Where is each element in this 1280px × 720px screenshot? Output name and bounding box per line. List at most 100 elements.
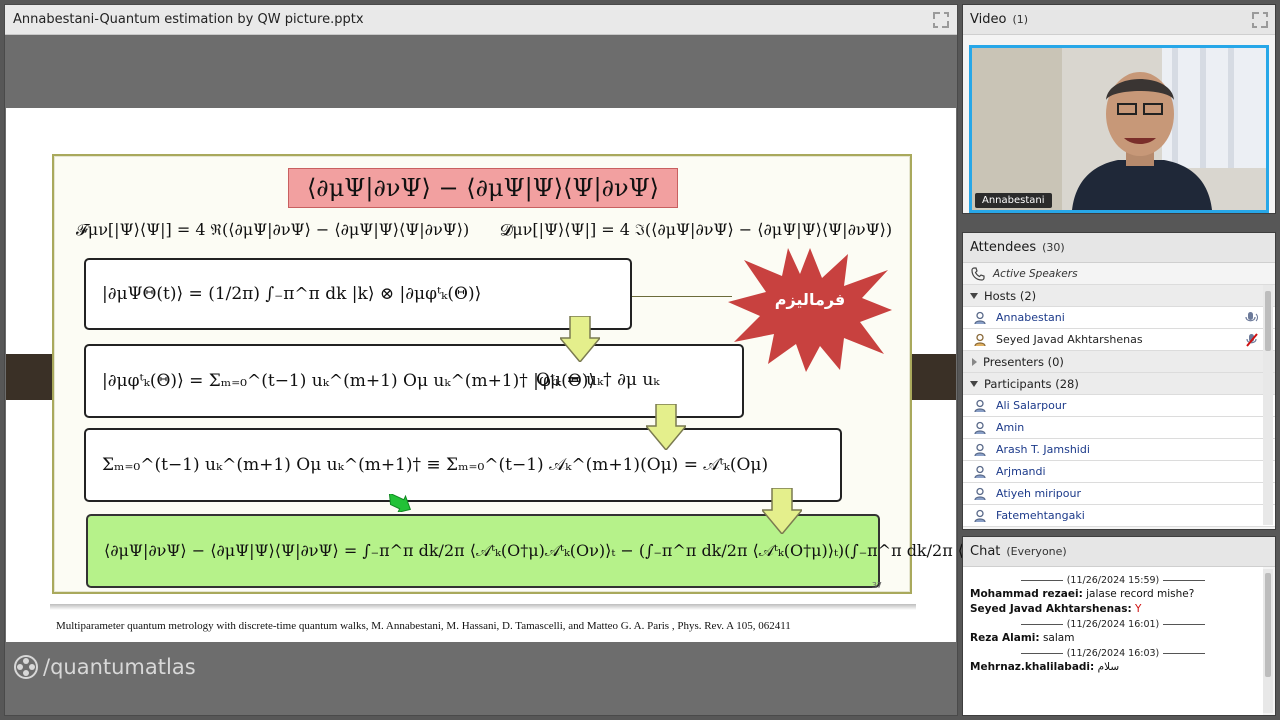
presenters-section[interactable]: Presenters (0) xyxy=(963,351,1275,373)
maximize-icon[interactable] xyxy=(933,11,949,28)
attendee-row[interactable]: Annabestani xyxy=(963,307,1275,329)
attendee-row[interactable]: Amin xyxy=(963,417,1275,439)
attendee-name: Amin xyxy=(996,421,1025,434)
chevron-down-icon xyxy=(970,380,978,387)
user-icon xyxy=(974,399,986,412)
chat-text: Y xyxy=(1134,603,1142,615)
chat-timestamp: (11/26/2024 16:03) xyxy=(963,646,1263,660)
equation-box-2: |∂μφᵗₖ(Θ)⟩ = Σₘ₌₀^(t−1) uₖ^(m+1) Oμ uₖ^(… xyxy=(84,344,744,418)
watermark: /quantumatlas xyxy=(13,654,196,680)
burst-label: فرمالیزم xyxy=(774,290,846,309)
attendee-name: Annabestani xyxy=(996,311,1065,324)
chat-text: jalase record mishe? xyxy=(1086,588,1195,600)
presentation-title: Annabestani-Quantum estimation by QW pic… xyxy=(13,12,364,27)
active-speakers-label: Active Speakers xyxy=(993,267,1078,280)
chat-pod-header: Chat (Everyone) xyxy=(963,537,1275,567)
film-reel-icon xyxy=(14,655,38,679)
attendee-row[interactable]: Atiyeh miripour xyxy=(963,483,1275,505)
chat-sender: Reza Alami: xyxy=(970,632,1040,644)
slide-frame-shadow xyxy=(50,604,916,610)
chat-sender: Seyed Javad Akhtarshenas: xyxy=(970,603,1132,615)
attendees-pod-title: Attendees xyxy=(970,240,1037,255)
chat-scrollbar[interactable] xyxy=(1263,569,1273,713)
phone-icon xyxy=(971,266,985,281)
chat-message: Mehrnaz.khalilabadi: سلام xyxy=(963,660,1263,675)
chat-pod-title: Chat xyxy=(970,544,1001,559)
chevron-right-icon xyxy=(972,357,977,366)
video-pod: Video (1) Annabestani xyxy=(962,4,1276,214)
speaker-name-tag: Annabestani xyxy=(975,193,1052,208)
attendee-name: Arjmandi xyxy=(996,465,1046,478)
presentation-stage: ⟨∂μΨ|∂νΨ⟩ − ⟨∂μΨ|Ψ⟩⟨Ψ|∂νΨ⟩ 𝓕μν[|Ψ⟩⟨Ψ|] =… xyxy=(5,36,1041,715)
slide-number: 37 xyxy=(871,581,882,590)
user-icon xyxy=(974,509,986,522)
user-icon xyxy=(974,421,986,434)
chat-sender: Mehrnaz.khalilabadi: xyxy=(970,661,1095,673)
attendee-row[interactable]: Arjmandi xyxy=(963,461,1275,483)
webcam-video[interactable]: Annabestani xyxy=(969,45,1269,213)
attendees-pod-header: Attendees (30) xyxy=(963,233,1275,263)
host-user-icon xyxy=(974,333,986,346)
down-arrow-icon xyxy=(762,488,802,534)
chat-pod: Chat (Everyone) (11/26/2024 15:59) Moham… xyxy=(962,536,1276,716)
video-pod-header: Video (1) xyxy=(963,5,1275,35)
participants-section[interactable]: Participants (28) xyxy=(963,373,1275,395)
slide: ⟨∂μΨ|∂νΨ⟩ − ⟨∂μΨ|Ψ⟩⟨Ψ|∂νΨ⟩ 𝓕μν[|Ψ⟩⟨Ψ|] =… xyxy=(6,108,1041,642)
chat-message: Mohammad rezaei: jalase record mishe? xyxy=(963,587,1263,602)
presenters-label: Presenters (0) xyxy=(983,354,1064,369)
attendee-row[interactable]: Arash T. Jamshidi xyxy=(963,439,1275,461)
operator-definition: Oμ = uₖ† ∂μ uₖ xyxy=(536,370,660,390)
attendees-scrollbar[interactable] xyxy=(1263,285,1273,525)
chevron-down-icon xyxy=(970,292,978,299)
pointer-cursor-icon xyxy=(388,494,412,512)
host-user-icon xyxy=(974,311,986,324)
attendee-row[interactable]: Ali Salarpour xyxy=(963,395,1275,417)
fisher-equation: 𝓕μν[|Ψ⟩⟨Ψ|] = 4 ℜ(⟨∂μΨ|∂νΨ⟩ − ⟨∂μΨ|Ψ⟩⟨Ψ|… xyxy=(76,220,470,239)
user-icon xyxy=(974,487,986,500)
equation-box-2-text: |∂μφᵗₖ(Θ)⟩ = Σₘ₌₀^(t−1) uₖ^(m+1) Oμ uₖ^(… xyxy=(102,371,596,391)
user-icon xyxy=(974,465,986,478)
chat-scrollbar-thumb[interactable] xyxy=(1265,573,1271,677)
connect-meeting-window: Annabestani-Quantum estimation by QW pic… xyxy=(0,0,1280,720)
equation-box-3-text: Σₘ₌₀^(t−1) uₖ^(m+1) Oμ uₖ^(m+1)† ≡ Σₘ₌₀^… xyxy=(102,455,769,475)
chat-text: salam xyxy=(1042,632,1075,644)
chat-sender: Mohammad rezaei: xyxy=(970,588,1083,600)
attendee-row[interactable]: Seyed Javad Akhtarshenas xyxy=(963,329,1275,351)
d-matrix-equation: 𝓓μν[|Ψ⟩⟨Ψ|] = 4 ℑ(⟨∂μΨ|∂νΨ⟩ − ⟨∂μΨ|Ψ⟩⟨Ψ|… xyxy=(500,220,893,239)
attendee-name: Atiyeh miripour xyxy=(996,487,1082,500)
video-pod-title: Video xyxy=(970,12,1007,27)
equation-box-1-text: |∂μΨΘ(t)⟩ = (1/2π) ∫₋π^π dk |k⟩ ⊗ |∂μφᵗₖ… xyxy=(102,284,482,304)
chat-scope: (Everyone) xyxy=(1006,545,1067,558)
hosts-label: Hosts (2) xyxy=(984,288,1037,303)
video-count: (1) xyxy=(1012,13,1029,26)
connector-line xyxy=(632,296,732,297)
microphone-active-icon xyxy=(1245,311,1258,321)
attendee-count: (30) xyxy=(1042,241,1065,254)
equation-box-result-text: ⟨∂μΨ|∂νΨ⟩ − ⟨∂μΨ|Ψ⟩⟨Ψ|∂νΨ⟩ = ∫₋π^π dk/2π… xyxy=(104,541,1041,560)
chat-messages: (11/26/2024 15:59) Mohammad rezaei: jala… xyxy=(963,567,1263,715)
hosts-section[interactable]: Hosts (2) xyxy=(963,285,1275,307)
slide-citation: Multiparameter quantum metrology with di… xyxy=(56,620,791,632)
down-arrow-icon xyxy=(646,404,686,450)
starburst-icon xyxy=(728,248,892,372)
slide-content-frame: ⟨∂μΨ|∂νΨ⟩ − ⟨∂μΨ|Ψ⟩⟨Ψ|∂νΨ⟩ 𝓕μν[|Ψ⟩⟨Ψ|] =… xyxy=(52,154,1041,594)
attendees-scrollbar-thumb[interactable] xyxy=(1265,291,1271,351)
attendees-pod: Attendees (30) Active Speakers Hosts (2)… xyxy=(962,232,1276,530)
microphone-muted-icon xyxy=(1246,332,1258,347)
slide-title-equation: ⟨∂μΨ|∂νΨ⟩ − ⟨∂μΨ|Ψ⟩⟨Ψ|∂νΨ⟩ xyxy=(288,168,678,208)
attendee-row[interactable]: Fatemehtangaki xyxy=(963,505,1275,527)
chat-timestamp: (11/26/2024 16:01) xyxy=(963,617,1263,631)
user-icon xyxy=(974,443,986,456)
chat-message: Seyed Javad Akhtarshenas: Y xyxy=(963,602,1263,617)
chat-message: Reza Alami: salam xyxy=(963,631,1263,646)
chat-text: سلام xyxy=(1097,661,1120,673)
attendee-name: Ali Salarpour xyxy=(996,399,1067,412)
maximize-icon[interactable] xyxy=(1252,11,1268,28)
presentation-pod: Annabestani-Quantum estimation by QW pic… xyxy=(4,4,1041,716)
attendee-name: Arash T. Jamshidi xyxy=(996,443,1090,456)
active-speakers-row[interactable]: Active Speakers xyxy=(963,263,1275,285)
down-arrow-icon xyxy=(560,316,600,362)
webcam-feed-image xyxy=(972,48,1266,210)
participants-label: Participants (28) xyxy=(984,376,1079,391)
watermark-text: /quantumatlas xyxy=(43,655,196,679)
